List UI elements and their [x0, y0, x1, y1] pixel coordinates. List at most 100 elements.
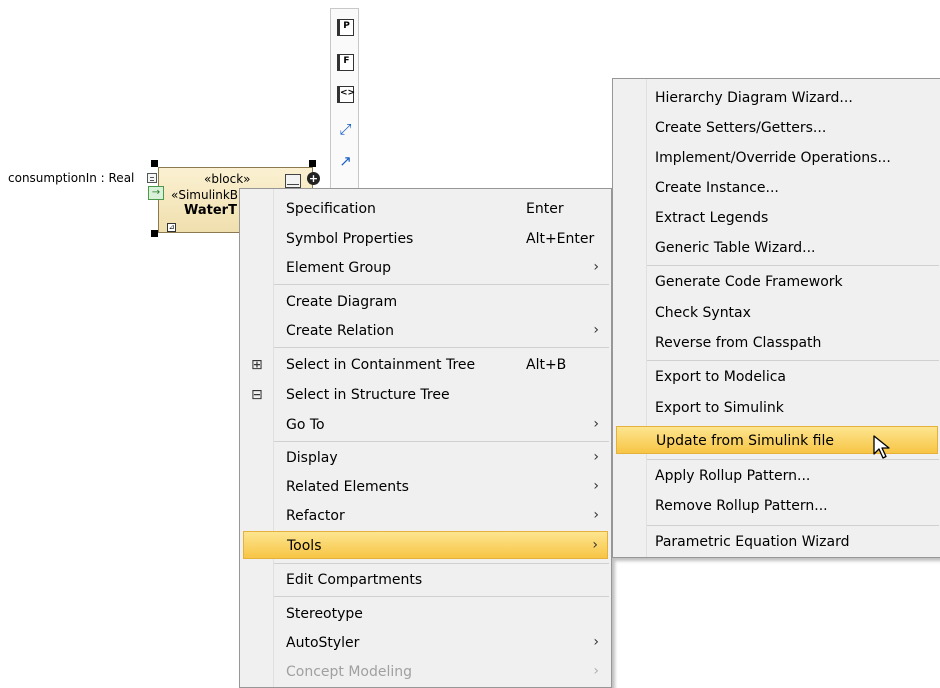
menu-item-extract-legends[interactable]: Extract Legends: [613, 204, 940, 232]
menu-item-select-structure-tree[interactable]: ⊟ Select in Structure Tree: [240, 381, 611, 409]
menu-item-apply-rollup-pattern[interactable]: Apply Rollup Pattern...: [613, 462, 940, 490]
menu-item-tools[interactable]: Tools ›: [243, 531, 608, 559]
block-stereotype-simulink: «SimulinkB: [171, 188, 239, 202]
menu-item-edit-compartments[interactable]: Edit Compartments: [240, 566, 611, 594]
menu-separator: [647, 459, 939, 460]
menu-item-label: Generate Code Framework: [655, 274, 843, 290]
menu-separator: [274, 347, 609, 348]
menu-item-remove-rollup-pattern[interactable]: Remove Rollup Pattern...: [613, 492, 940, 520]
menu-separator: [647, 360, 939, 361]
menu-item-shortcut: Alt+B: [526, 357, 567, 373]
selection-handle-ne[interactable]: [309, 160, 316, 167]
menu-item-label: Concept Modeling: [286, 664, 413, 680]
menu-item-generic-table-wizard[interactable]: Generic Table Wizard...: [613, 234, 940, 262]
menu-item-export-to-simulink[interactable]: Export to Simulink: [613, 394, 940, 422]
chevron-right-icon: ›: [593, 663, 599, 679]
menu-item-shortcut: Enter: [526, 201, 564, 217]
menu-item-element-group[interactable]: Element Group ›: [240, 254, 611, 282]
menu-item-label: Generic Table Wizard...: [655, 240, 816, 256]
menu-item-label: Tools: [287, 538, 322, 554]
menu-item-check-syntax[interactable]: Check Syntax: [613, 299, 940, 327]
compartment-icon[interactable]: [285, 174, 301, 188]
menu-separator: [274, 563, 609, 564]
port-label: consumptionIn : Real: [8, 171, 135, 185]
menu-item-label: Parametric Equation Wizard: [655, 534, 850, 550]
menu-item-label: Implement/Override Operations...: [655, 150, 891, 166]
menu-item-stereotype[interactable]: Stereotype: [240, 600, 611, 628]
port-f-icon[interactable]: F: [337, 54, 354, 71]
menu-item-go-to[interactable]: Go To ›: [240, 411, 611, 439]
menu-item-label: Select in Containment Tree: [286, 357, 476, 373]
menu-item-display[interactable]: Display ›: [240, 444, 611, 472]
menu-item-label: Remove Rollup Pattern...: [655, 498, 828, 514]
menu-item-autostyler[interactable]: AutoStyler ›: [240, 629, 611, 657]
chevron-right-icon: ›: [593, 478, 599, 494]
chevron-right-icon: ›: [593, 507, 599, 523]
menu-item-label: Refactor: [286, 508, 345, 524]
menu-item-generate-code-framework[interactable]: Generate Code Framework: [613, 268, 940, 296]
context-menu: Specification Enter Symbol Properties Al…: [239, 188, 612, 688]
menu-item-label: Create Relation: [286, 323, 394, 339]
menu-item-label: Apply Rollup Pattern...: [655, 468, 811, 484]
selection-handle-nw[interactable]: [151, 160, 158, 167]
menu-item-label: Element Group: [286, 260, 392, 276]
port-icon[interactable]: [147, 173, 157, 183]
menu-item-shortcut: Alt+Enter: [526, 231, 595, 247]
menu-item-parametric-equation-wizard[interactable]: Parametric Equation Wizard: [613, 528, 940, 556]
menu-separator: [647, 265, 939, 266]
menu-item-label: Stereotype: [286, 606, 363, 622]
menu-item-label: Display: [286, 450, 338, 466]
menu-item-create-setters-getters[interactable]: Create Setters/Getters...: [613, 114, 940, 142]
menu-separator: [647, 525, 939, 526]
menu-item-symbol-properties[interactable]: Symbol Properties Alt+Enter: [240, 225, 611, 253]
menu-item-label: Export to Simulink: [655, 400, 784, 416]
menu-item-select-containment-tree[interactable]: ⊞ Select in Containment Tree Alt+B: [240, 351, 611, 379]
menu-item-reverse-from-classpath[interactable]: Reverse from Classpath: [613, 329, 940, 357]
plus-icon[interactable]: +: [307, 172, 320, 185]
menu-item-label: Symbol Properties: [286, 231, 414, 247]
menu-item-label: AutoStyler: [286, 635, 360, 651]
menu-separator: [274, 441, 609, 442]
structure-tree-icon: ⊟: [251, 387, 263, 403]
chevron-right-icon: ›: [593, 449, 599, 465]
port-p-icon[interactable]: P: [337, 19, 354, 36]
corner-toggle-icon[interactable]: ⊿: [167, 223, 176, 232]
chevron-right-icon: ›: [593, 416, 599, 432]
menu-item-refactor[interactable]: Refactor ›: [240, 502, 611, 530]
menu-item-export-to-modelica[interactable]: Export to Modelica: [613, 363, 940, 391]
chevron-right-icon: ›: [592, 537, 598, 553]
menu-item-create-diagram[interactable]: Create Diagram: [240, 288, 611, 316]
chevron-right-icon: ›: [593, 322, 599, 338]
menu-item-label: Specification: [286, 201, 376, 217]
menu-item-label: Create Diagram: [286, 294, 398, 310]
chevron-right-icon: ›: [593, 259, 599, 275]
menu-item-label: Export to Modelica: [655, 369, 786, 385]
selection-handle-sw[interactable]: [151, 230, 158, 237]
chevron-right-icon: ›: [593, 634, 599, 650]
association-icon[interactable]: ⤢: [337, 121, 354, 138]
menu-item-label: Check Syntax: [655, 305, 751, 321]
menu-item-implement-override-operations[interactable]: Implement/Override Operations...: [613, 144, 940, 172]
menu-item-create-relation[interactable]: Create Relation ›: [240, 317, 611, 345]
menu-item-label: Extract Legends: [655, 210, 769, 226]
port-diamond-icon[interactable]: <>: [337, 86, 355, 103]
menu-item-label: Go To: [286, 417, 325, 433]
menu-item-label: Reverse from Classpath: [655, 335, 822, 351]
menu-item-label: Update from Simulink file: [656, 433, 835, 449]
mouse-pointer-icon: [873, 435, 890, 459]
menu-item-label: Create Setters/Getters...: [655, 120, 827, 136]
menu-item-related-elements[interactable]: Related Elements ›: [240, 473, 611, 501]
directed-association-icon[interactable]: ↗: [337, 153, 354, 170]
menu-separator: [274, 596, 609, 597]
menu-item-label: Create Instance...: [655, 180, 779, 196]
menu-separator: [274, 284, 609, 285]
block-stereotype: «block»: [204, 172, 251, 186]
menu-item-specification[interactable]: Specification Enter: [240, 195, 611, 223]
menu-item-label: Select in Structure Tree: [286, 387, 450, 403]
containment-tree-icon: ⊞: [251, 357, 263, 373]
menu-item-concept-modeling: Concept Modeling ›: [240, 658, 611, 686]
menu-item-label: Related Elements: [286, 479, 409, 495]
block-name: WaterT: [184, 203, 237, 218]
menu-item-create-instance[interactable]: Create Instance...: [613, 174, 940, 202]
menu-item-hierarchy-diagram-wizard[interactable]: Hierarchy Diagram Wizard...: [613, 84, 940, 112]
